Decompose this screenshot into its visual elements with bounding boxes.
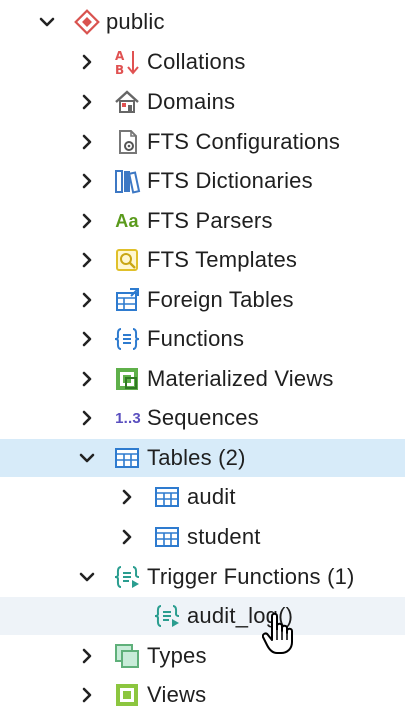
tree-node-trigger-functions[interactable]: Trigger Functions (1): [0, 558, 405, 596]
chevron-right-icon[interactable]: [76, 91, 98, 113]
tree-node-sequences[interactable]: 1..3 Sequences: [0, 399, 405, 437]
domain-house-icon: [112, 87, 142, 117]
tree-node-label: audit: [187, 484, 236, 509]
chevron-right-icon[interactable]: [76, 170, 98, 192]
tree-node-tables[interactable]: Tables (2): [0, 439, 405, 477]
materialized-view-icon: [112, 364, 142, 394]
sequence-icon: 1..3: [115, 409, 141, 427]
chevron-right-icon[interactable]: [76, 645, 98, 667]
fts-configuration-icon: [112, 127, 142, 157]
chevron-down-icon[interactable]: [76, 447, 98, 469]
tree-node-label: FTS Dictionaries: [147, 168, 313, 193]
tree-node-audit-log[interactable]: audit_log(): [0, 597, 405, 635]
chevron-right-icon[interactable]: [116, 526, 138, 548]
function-braces-icon: [112, 324, 142, 354]
tree-node-label: Tables (2): [147, 445, 246, 470]
svg-text:B: B: [115, 63, 124, 76]
chevron-right-icon[interactable]: [76, 407, 98, 429]
tree-node-label: FTS Templates: [147, 247, 298, 272]
chevron-right-icon[interactable]: [76, 210, 98, 232]
tree-node-fts-configurations[interactable]: FTS Configurations: [0, 123, 405, 161]
chevron-right-icon[interactable]: [76, 289, 98, 311]
object-browser-tree: public AB Collations Domains FTS Configu…: [0, 0, 405, 720]
chevron-right-icon[interactable]: [76, 249, 98, 271]
fts-dictionary-books-icon: [112, 166, 142, 196]
chevron-right-icon[interactable]: [76, 368, 98, 390]
foreign-table-icon: [112, 285, 142, 315]
tree-node-label: Types: [147, 643, 207, 668]
chevron-right-icon[interactable]: [116, 486, 138, 508]
trigger-function-icon: [152, 601, 182, 631]
tree-node-label: Materialized Views: [147, 366, 334, 391]
tree-node-materialized-views[interactable]: Materialized Views: [0, 360, 405, 398]
tree-node-table-audit[interactable]: audit: [0, 478, 405, 516]
tree-node-label: student: [187, 524, 261, 549]
tree-node-label: Foreign Tables: [147, 287, 294, 312]
table-grid-icon: [152, 522, 182, 552]
tree-node-label: Domains: [147, 89, 236, 114]
tree-node-views[interactable]: Views: [0, 676, 405, 714]
chevron-down-icon[interactable]: [76, 566, 98, 588]
chevron-right-icon[interactable]: [76, 131, 98, 153]
trigger-function-icon: [112, 562, 142, 592]
tree-node-label: Functions: [147, 326, 245, 351]
tree-node-table-student[interactable]: student: [0, 518, 405, 556]
tree-node-label: Views: [147, 682, 207, 707]
tree-node-label: Trigger Functions (1): [147, 564, 355, 589]
tables-grid-icon: [112, 443, 142, 473]
tree-node-domains[interactable]: Domains: [0, 83, 405, 121]
tree-node-label: FTS Parsers: [147, 208, 273, 233]
chevron-right-icon[interactable]: [76, 684, 98, 706]
table-grid-icon: [152, 482, 182, 512]
type-icon: [112, 641, 142, 671]
tree-node-foreign-tables[interactable]: Foreign Tables: [0, 281, 405, 319]
tree-node-types[interactable]: Types: [0, 637, 405, 675]
chevron-right-icon[interactable]: [76, 51, 98, 73]
collation-az-icon: AB: [112, 47, 142, 77]
chevron-right-icon[interactable]: [76, 328, 98, 350]
view-icon: [112, 680, 142, 710]
tree-node-fts-templates[interactable]: FTS Templates: [0, 241, 405, 279]
tree-node-label: public: [106, 9, 165, 34]
tree-node-label: Sequences: [147, 405, 259, 430]
tree-node-fts-parsers[interactable]: Aa FTS Parsers: [0, 202, 405, 240]
fts-template-icon: [112, 245, 142, 275]
svg-text:A: A: [115, 49, 125, 63]
fts-parser-aa-icon: Aa: [115, 210, 139, 231]
hand-pointer-icon: [262, 612, 293, 654]
schema-diamond-icon: [72, 7, 102, 37]
tree-node-collations[interactable]: AB Collations: [0, 43, 405, 81]
chevron-down-icon[interactable]: [36, 11, 58, 33]
tree-node-label: FTS Configurations: [147, 129, 341, 154]
tree-node-label: Collations: [147, 49, 246, 74]
tree-node-public[interactable]: public: [0, 3, 405, 41]
tree-node-functions[interactable]: Functions: [0, 320, 405, 358]
tree-node-fts-dictionaries[interactable]: FTS Dictionaries: [0, 162, 405, 200]
